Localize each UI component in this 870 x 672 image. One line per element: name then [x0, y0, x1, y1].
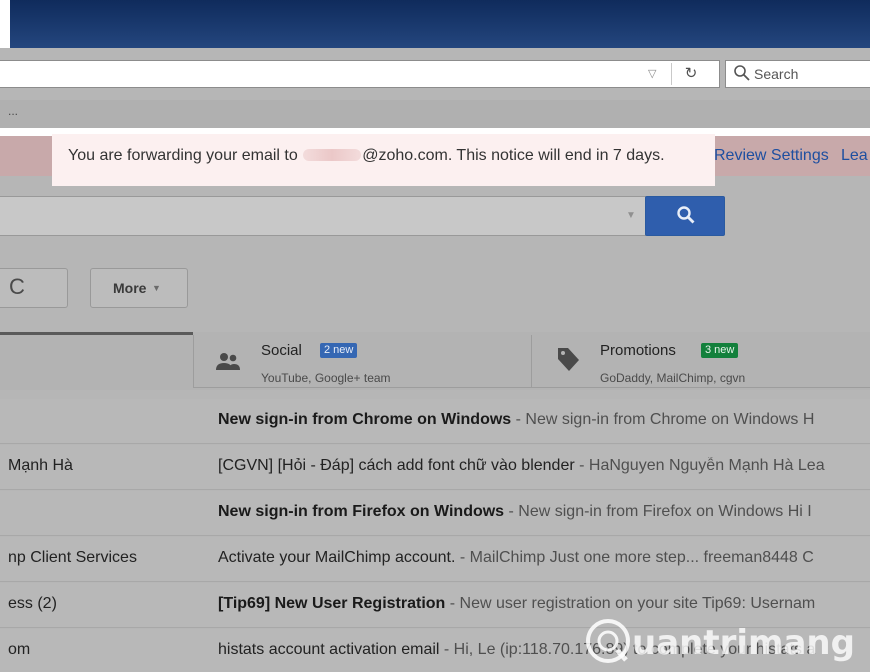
email-snippet: - HaNguyen Nguyễn Mạnh Hà Lea — [574, 457, 825, 474]
review-settings-link[interactable]: Review Settings — [714, 147, 829, 165]
learn-more-link[interactable]: Lea — [841, 147, 868, 165]
email-row[interactable]: Mạnh Hà [CGVN] [Hỏi - Đáp] cách add font… — [0, 445, 870, 490]
email-summary: [CGVN] [Hỏi - Đáp] cách add font chữ vào… — [218, 457, 870, 475]
email-sender: om — [8, 641, 31, 658]
forwarding-notice-suffix: @zoho.com. This notice will end in 7 day… — [362, 147, 665, 164]
reload-icon[interactable]: ↻ — [680, 63, 702, 85]
email-snippet: - New sign-in from Firefox on Windows Hi… — [504, 503, 812, 520]
browser-search-placeholder: Search — [754, 66, 799, 82]
email-subject: New sign-in from Chrome on Windows — [218, 411, 512, 428]
window-titlebar — [0, 0, 870, 48]
address-divider — [671, 63, 672, 85]
forwarding-notice: You are forwarding your email to @zoho.c… — [68, 147, 665, 165]
watermark-logo: uantrimang — [586, 619, 855, 663]
email-sender: np Client Services — [8, 549, 137, 566]
tab-promotions-label[interactable]: Promotions — [600, 342, 676, 359]
refresh-icon: C — [9, 274, 25, 299]
tab-social-subtitle: YouTube, Google+ team — [261, 371, 391, 385]
email-summary: New sign-in from Chrome on Windows - New… — [218, 411, 870, 429]
promotions-new-badge: 3 new — [701, 343, 739, 358]
search-options-caret-icon[interactable]: ▼ — [626, 210, 636, 221]
email-row[interactable]: np Client Services Activate your MailChi… — [0, 537, 870, 582]
email-row[interactable]: New sign-in from Firefox on Windows - Ne… — [0, 491, 870, 536]
email-summary: Activate your MailChimp account. - MailC… — [218, 549, 870, 567]
email-snippet: - New sign-in from Chrome on Windows H — [511, 411, 815, 428]
people-icon — [216, 353, 240, 370]
redacted-email-user — [303, 149, 362, 161]
email-subject: [Tip69] New User Registration — [218, 595, 446, 612]
tab-primary[interactable] — [0, 332, 193, 335]
search-icon — [734, 65, 750, 81]
more-button-label: More — [113, 280, 147, 296]
email-sender: ess (2) — [8, 595, 57, 612]
svg-text:uantrimang: uantrimang — [632, 623, 855, 663]
mail-search-input[interactable] — [0, 196, 646, 236]
bookmarks-overflow[interactable]: ... — [8, 104, 18, 118]
tag-icon — [558, 348, 579, 371]
email-summary: New sign-in from Firefox on Windows - Ne… — [218, 503, 870, 521]
bookmarks-bar — [0, 100, 870, 128]
email-subject: Activate your MailChimp account. — [218, 549, 456, 566]
email-sender: Mạnh Hà — [8, 457, 73, 474]
search-icon — [677, 206, 695, 224]
email-row[interactable]: New sign-in from Chrome on Windows - New… — [0, 399, 870, 444]
tabs-bottom-border — [193, 387, 870, 388]
tab-divider — [193, 335, 194, 387]
address-dropdown-icon[interactable]: ▽ — [648, 68, 660, 80]
email-subject: New sign-in from Firefox on Windows — [218, 503, 505, 520]
tab-divider — [531, 335, 532, 387]
email-snippet: - MailChimp Just one more step... freema… — [455, 549, 814, 566]
tab-social-label[interactable]: Social — [261, 342, 302, 359]
forwarding-notice-prefix: You are forwarding your email to — [68, 147, 303, 164]
chevron-down-icon: ▼ — [152, 283, 161, 293]
tab-promotions-subtitle: GoDaddy, MailChimp, cgvn — [600, 371, 746, 385]
address-bar[interactable] — [0, 60, 720, 88]
email-subject: histats account activation email — [218, 641, 440, 658]
social-new-badge: 2 new — [320, 343, 358, 358]
email-subject: [CGVN] [Hỏi - Đáp] cách add font chữ vào… — [218, 457, 575, 474]
